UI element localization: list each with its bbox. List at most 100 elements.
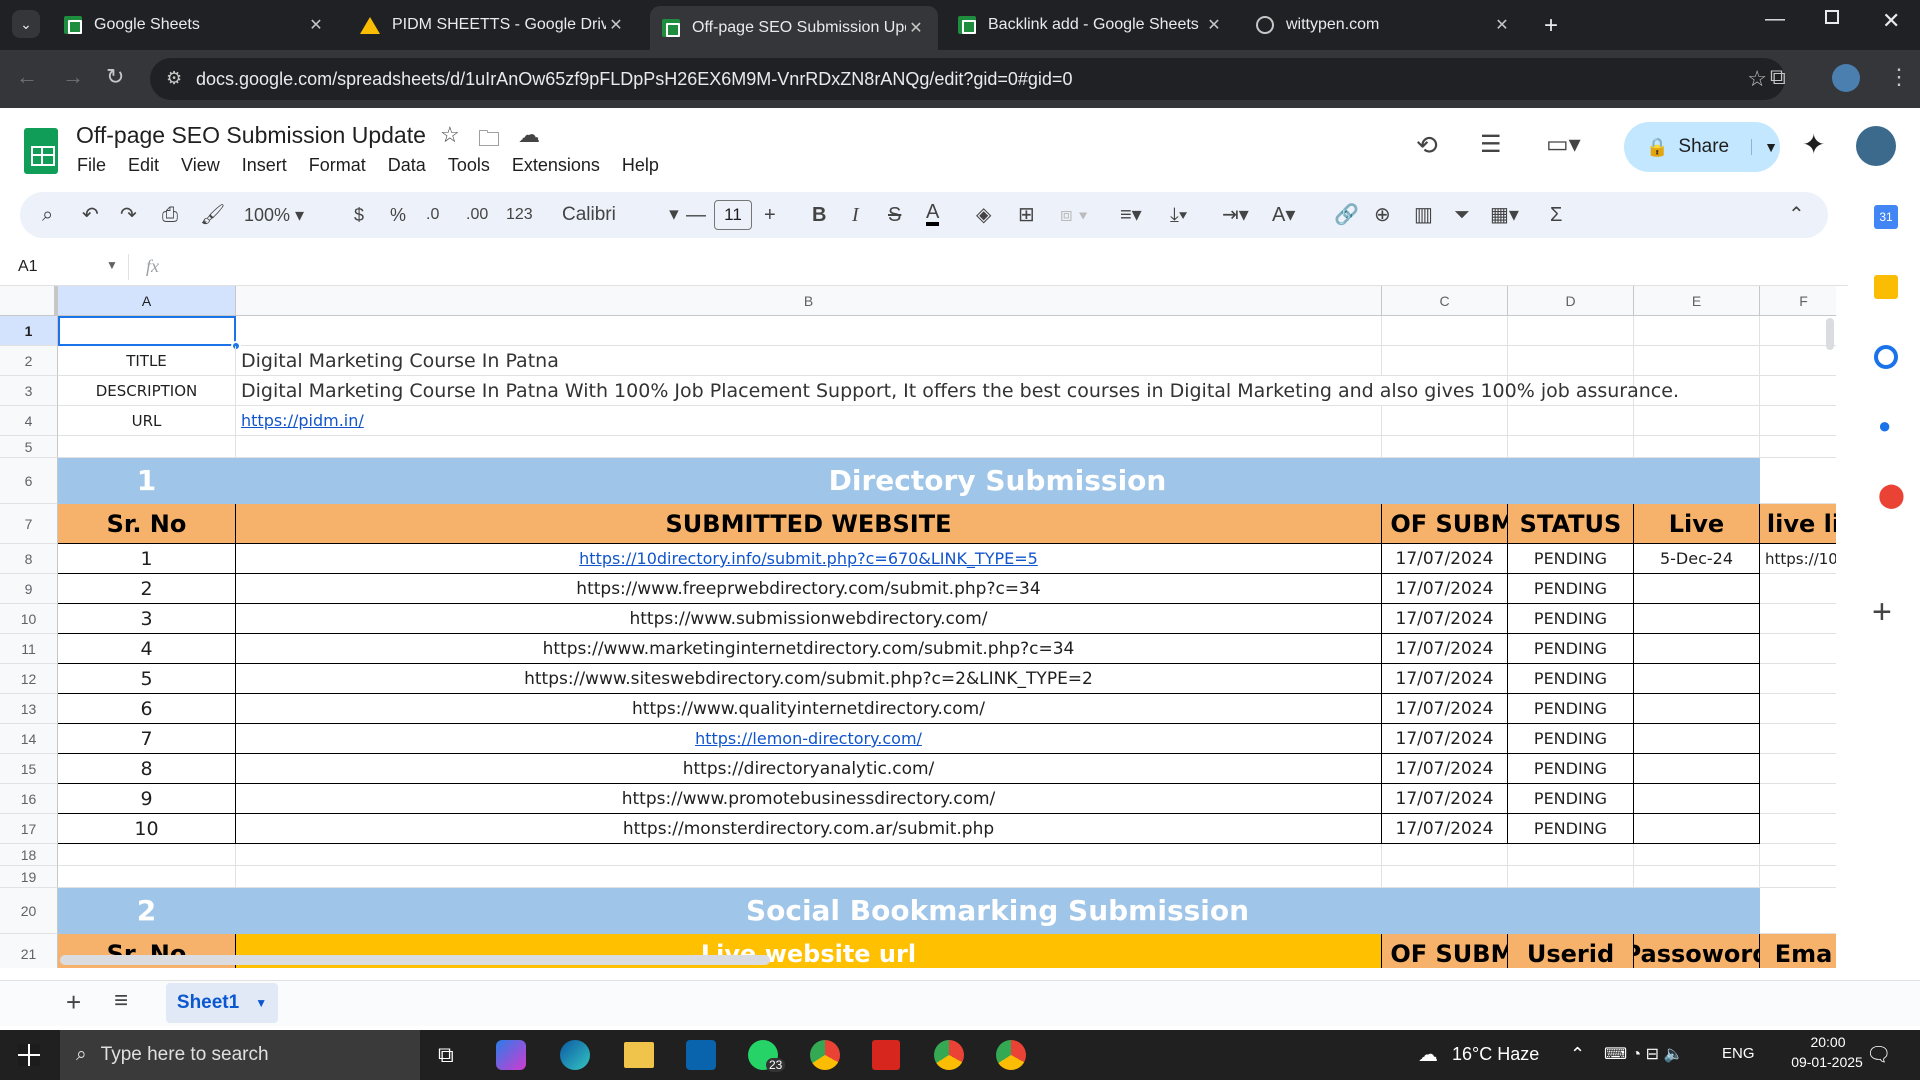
status-cell[interactable]: PENDING bbox=[1508, 814, 1634, 844]
tasks-icon[interactable] bbox=[1874, 345, 1898, 369]
grid-cell[interactable] bbox=[1760, 844, 1836, 866]
insert-comment-icon[interactable]: ⊕ bbox=[1374, 202, 1391, 228]
row-header-14[interactable]: 14 bbox=[0, 724, 58, 754]
menu-help[interactable]: Help bbox=[621, 155, 660, 176]
fill-color-icon[interactable]: ◈ bbox=[976, 202, 991, 228]
grid-cell[interactable] bbox=[1760, 458, 1836, 504]
submitted-website-cell[interactable]: https://www.freeprwebdirectory.com/submi… bbox=[236, 574, 1382, 604]
row-header-20[interactable]: 20 bbox=[0, 888, 58, 934]
grid-cell[interactable] bbox=[1760, 316, 1836, 346]
maximize-icon[interactable] bbox=[1825, 10, 1839, 24]
document-title[interactable]: Off-page SEO Submission Update bbox=[76, 122, 426, 149]
borders-icon[interactable]: ⊞ bbox=[1018, 202, 1035, 228]
menu-edit[interactable]: Edit bbox=[127, 155, 160, 176]
live-date-cell[interactable] bbox=[1634, 754, 1760, 784]
text-rotation-icon[interactable]: A▾ bbox=[1272, 202, 1295, 228]
collapse-toolbar-icon[interactable]: ⌃ bbox=[1788, 202, 1805, 228]
grid-cell[interactable] bbox=[1382, 866, 1508, 888]
undo-icon[interactable]: ↶ bbox=[82, 202, 99, 228]
row-header-10[interactable]: 10 bbox=[0, 604, 58, 634]
grid-cell[interactable] bbox=[236, 436, 1382, 458]
grid-cell[interactable] bbox=[1634, 346, 1760, 376]
calendar-icon[interactable]: 31 bbox=[1874, 205, 1898, 229]
close-tab-icon[interactable]: ✕ bbox=[906, 18, 926, 38]
status-cell[interactable]: PENDING bbox=[1508, 544, 1634, 574]
profile-avatar[interactable] bbox=[1832, 64, 1860, 92]
grid-cell[interactable] bbox=[1382, 844, 1508, 866]
filter-icon[interactable]: ⏷ bbox=[1454, 202, 1470, 228]
close-tab-icon[interactable]: ✕ bbox=[1492, 15, 1512, 35]
submission-date-cell[interactable]: 17/07/2024 bbox=[1382, 604, 1508, 634]
task-view-icon[interactable]: ⧉ bbox=[438, 1042, 454, 1068]
formula-input[interactable] bbox=[180, 252, 1840, 282]
sheet-tab-menu-icon[interactable]: ▼ bbox=[255, 996, 267, 1010]
live-date-cell[interactable] bbox=[1634, 664, 1760, 694]
active-cell-a1[interactable] bbox=[58, 316, 236, 346]
bold-icon[interactable]: B bbox=[812, 202, 826, 228]
grid-cell[interactable] bbox=[1508, 316, 1634, 346]
tray-expand-icon[interactable]: ⌃ bbox=[1570, 1044, 1585, 1065]
grid-cell[interactable] bbox=[1760, 406, 1836, 436]
live-link-cell[interactable] bbox=[1760, 694, 1836, 724]
close-tab-icon[interactable]: ✕ bbox=[606, 15, 626, 35]
row-header-16[interactable]: 16 bbox=[0, 784, 58, 814]
address-bar[interactable]: ⚙ docs.google.com/spreadsheets/d/1uIrAnO… bbox=[150, 58, 1785, 100]
status-cell[interactable]: PENDING bbox=[1508, 754, 1634, 784]
live-date-cell[interactable] bbox=[1634, 634, 1760, 664]
meet-icon[interactable]: ▭▾ bbox=[1546, 130, 1581, 159]
grid-cell[interactable] bbox=[58, 866, 236, 888]
row-header-12[interactable]: 12 bbox=[0, 664, 58, 694]
title-value-cell[interactable]: Digital Marketing Course In Patna bbox=[236, 346, 1382, 376]
redo-icon[interactable]: ↷ bbox=[120, 202, 137, 228]
submitted-website-cell[interactable]: https://www.marketinginternetdirectory.c… bbox=[236, 634, 1382, 664]
italic-icon[interactable]: I bbox=[852, 202, 859, 228]
row-header-11[interactable]: 11 bbox=[0, 634, 58, 664]
live-link-cell[interactable] bbox=[1760, 814, 1836, 844]
browser-tab-1[interactable]: Google Sheets ✕ bbox=[52, 6, 338, 44]
comments-icon[interactable]: ☰ bbox=[1480, 130, 1502, 159]
clock-time[interactable]: 20:00 bbox=[1788, 1034, 1868, 1050]
grid-cell[interactable] bbox=[1508, 346, 1634, 376]
copilot-icon[interactable] bbox=[496, 1040, 526, 1070]
grid-cell[interactable] bbox=[58, 844, 236, 866]
grid-cell[interactable] bbox=[1508, 406, 1634, 436]
submission-date-cell[interactable]: 17/07/2024 bbox=[1382, 814, 1508, 844]
grid-cell[interactable] bbox=[1760, 346, 1836, 376]
submission-date-cell[interactable]: 17/07/2024 bbox=[1382, 574, 1508, 604]
submitted-website-cell[interactable]: https://directoryanalytic.com/ bbox=[236, 754, 1382, 784]
account-avatar[interactable] bbox=[1856, 126, 1896, 166]
new-tab-icon[interactable]: + bbox=[1544, 12, 1558, 40]
insert-chart-icon[interactable]: ▥ bbox=[1414, 202, 1433, 228]
star-icon[interactable]: ☆ bbox=[440, 122, 460, 148]
column-header-b[interactable]: B bbox=[236, 286, 1382, 316]
chrome-active-icon[interactable] bbox=[996, 1040, 1026, 1070]
row-header-3[interactable]: 3 bbox=[0, 376, 58, 406]
grid-cell[interactable] bbox=[1760, 866, 1836, 888]
grid-cell[interactable] bbox=[1382, 316, 1508, 346]
live-date-cell[interactable] bbox=[1634, 814, 1760, 844]
taskbar-search[interactable]: ⌕ Type here to search bbox=[60, 1030, 420, 1080]
keep-icon[interactable] bbox=[1874, 275, 1898, 299]
menu-extensions[interactable]: Extensions bbox=[511, 155, 601, 176]
vertical-scrollbar[interactable] bbox=[1826, 318, 1834, 350]
row-header-21[interactable]: 21 bbox=[0, 934, 58, 968]
submission-date-cell[interactable]: 17/07/2024 bbox=[1382, 544, 1508, 574]
browser-tab-5[interactable]: wittypen.com ✕ bbox=[1244, 6, 1524, 44]
file-explorer-icon[interactable] bbox=[624, 1042, 654, 1068]
grid-cell[interactable] bbox=[1634, 844, 1760, 866]
menu-file[interactable]: File bbox=[76, 155, 107, 176]
status-cell[interactable]: PENDING bbox=[1508, 664, 1634, 694]
search-menus-icon[interactable]: ⌕ bbox=[42, 202, 53, 228]
close-tab-icon[interactable]: ✕ bbox=[306, 15, 326, 35]
live-date-cell[interactable] bbox=[1634, 604, 1760, 634]
reload-icon[interactable]: ↻ bbox=[106, 64, 124, 90]
zoom-select[interactable]: 100% ▾ bbox=[244, 202, 304, 228]
extensions-icon[interactable]: ⧉ bbox=[1770, 64, 1786, 90]
share-button[interactable]: 🔒 Share ▼ bbox=[1624, 122, 1780, 172]
chrome-menu-icon[interactable]: ⋮ bbox=[1888, 64, 1910, 90]
submission-date-cell[interactable]: 17/07/2024 bbox=[1382, 664, 1508, 694]
submitted-website-cell[interactable]: https://www.promotebusinessdirectory.com… bbox=[236, 784, 1382, 814]
add-sheet-icon[interactable]: + bbox=[66, 987, 81, 1018]
back-icon[interactable]: ← bbox=[16, 64, 38, 90]
text-wrapping-icon[interactable]: ⇥▾ bbox=[1222, 202, 1249, 228]
